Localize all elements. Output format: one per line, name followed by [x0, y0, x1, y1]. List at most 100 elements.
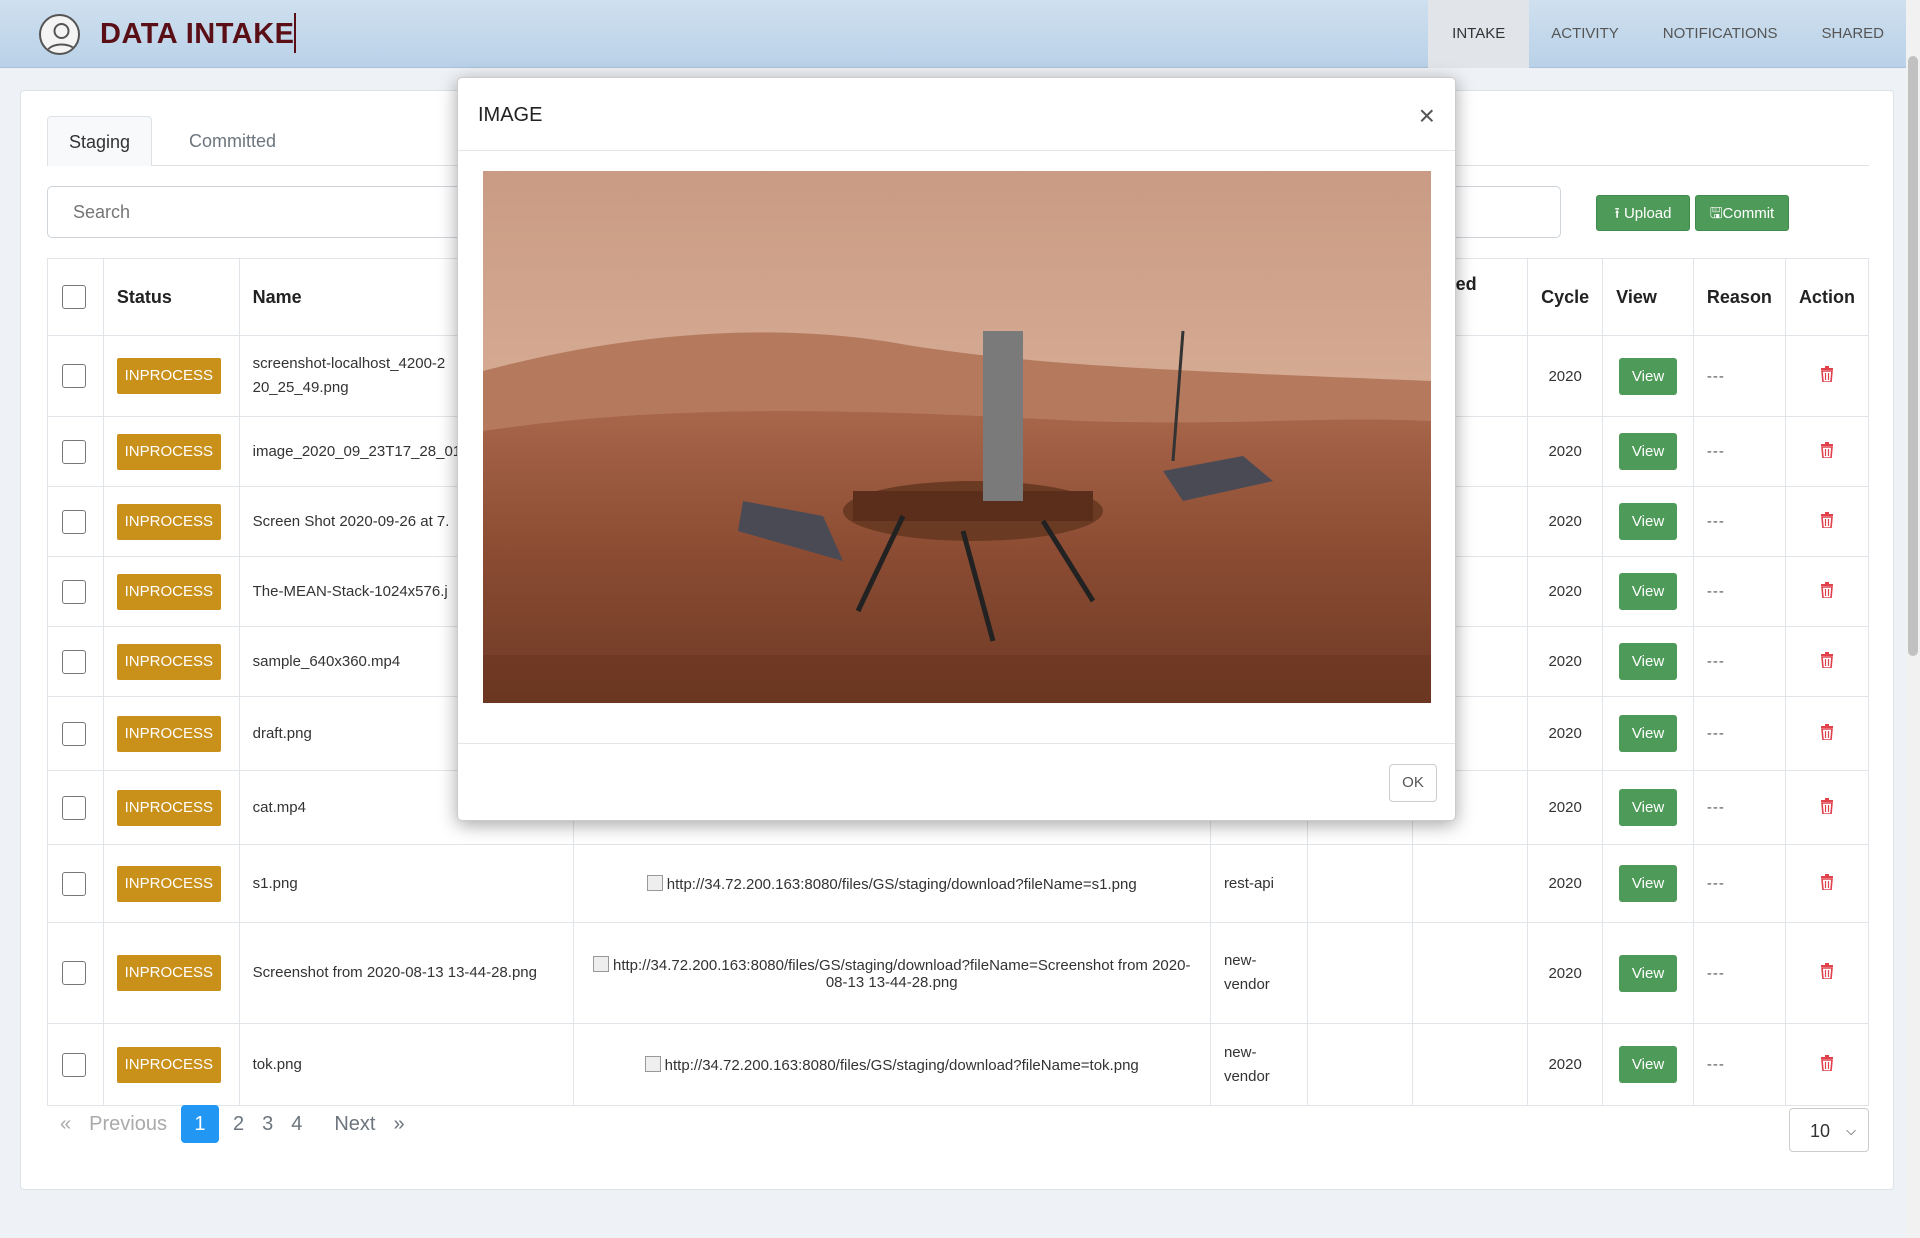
vendor-cell: rest-api	[1209, 844, 1308, 923]
next-button[interactable]: Next	[325, 1105, 384, 1143]
view-button[interactable]: View	[1619, 1046, 1678, 1083]
view-button[interactable]: View	[1619, 357, 1678, 395]
upload-button[interactable]: ⭱ Upload	[1596, 195, 1690, 231]
nav-shared[interactable]: SHARED	[1799, 0, 1906, 68]
pagination: « Previous 1 2 3 4 Next »	[51, 1105, 414, 1143]
nav-activity[interactable]: ACTIVITY	[1529, 0, 1641, 68]
file-name: s1.png	[252, 874, 298, 892]
title-divider	[294, 13, 296, 53]
trash-icon[interactable]	[1820, 511, 1834, 529]
reason-cell: ---	[1692, 486, 1786, 557]
close-icon[interactable]: ×	[1419, 100, 1435, 132]
ok-button[interactable]: OK	[1389, 764, 1437, 802]
upload-icon: ⭱	[1614, 205, 1620, 222]
reason-value: ---	[1706, 875, 1725, 892]
next-arrow[interactable]: »	[384, 1105, 413, 1143]
action-cell	[1784, 844, 1870, 923]
trash-icon[interactable]	[1820, 366, 1834, 383]
action-cell	[1784, 335, 1870, 417]
trash-icon[interactable]	[1820, 723, 1834, 741]
file-name: tok.png	[252, 1055, 302, 1073]
vendor-name: new- vendor	[1223, 1043, 1270, 1085]
trash-icon[interactable]	[1820, 963, 1834, 980]
trash-icon[interactable]	[1820, 651, 1834, 669]
reason-value: ---	[1706, 964, 1725, 982]
view-cell: View	[1602, 626, 1694, 697]
scrollbar-thumb[interactable]	[1908, 56, 1918, 656]
tab-committed[interactable]: Committed	[168, 116, 297, 166]
status-cell: INPROCESS	[102, 770, 240, 845]
row-select-cell	[47, 1023, 104, 1106]
select-all-checkbox[interactable]	[62, 285, 86, 309]
page-size-select[interactable]: 10 ⌵	[1789, 1108, 1869, 1152]
status-badge: INPROCESS	[116, 1046, 221, 1083]
trash-icon[interactable]	[1820, 873, 1834, 891]
cycle-cell: 2020	[1527, 696, 1604, 771]
page-2[interactable]: 2	[224, 1105, 253, 1143]
cycle-cell: 2020	[1527, 556, 1604, 627]
nav-intake[interactable]: INTAKE	[1428, 0, 1530, 68]
nav-notifications[interactable]: NOTIFICATIONS	[1641, 0, 1800, 68]
header-cycle[interactable]: Cycle	[1527, 258, 1604, 336]
cycle-cell: 2020	[1527, 922, 1604, 1024]
view-button[interactable]: View	[1619, 789, 1678, 826]
page-1[interactable]: 1	[180, 1105, 219, 1143]
view-button[interactable]: View	[1619, 715, 1678, 752]
row-checkbox[interactable]	[62, 961, 86, 985]
user-avatar-icon[interactable]	[39, 14, 80, 55]
page-4[interactable]: 4	[282, 1105, 311, 1143]
view-button[interactable]: View	[1619, 503, 1678, 540]
prev-arrow[interactable]: «	[51, 1105, 80, 1143]
row-checkbox[interactable]	[62, 364, 86, 388]
row-checkbox[interactable]	[62, 795, 86, 820]
view-cell: View	[1602, 416, 1694, 487]
preview-url: http://34.72.200.163:8080/files/GS/stagi…	[666, 875, 1137, 893]
save-icon: 🖫	[1709, 205, 1723, 222]
row-checkbox[interactable]	[62, 579, 86, 604]
view-button[interactable]: View	[1619, 865, 1678, 902]
page-3[interactable]: 3	[253, 1105, 282, 1143]
cycle-value: 2020	[1548, 653, 1582, 670]
trash-icon[interactable]	[1820, 441, 1834, 459]
prev-button[interactable]: Previous	[80, 1105, 176, 1143]
view-button[interactable]: View	[1619, 433, 1678, 470]
status-cell: INPROCESS	[102, 335, 240, 417]
page-scrollbar[interactable]	[1906, 0, 1920, 1238]
main-nav: INTAKE ACTIVITY NOTIFICATIONS SHARED	[1428, 0, 1906, 68]
reason-cell: ---	[1692, 416, 1786, 487]
reason-value: ---	[1706, 653, 1725, 670]
table-row[interactable]: INPROCESS s1.png http://34.72.200.163:8080…	[47, 844, 1870, 923]
file-name: Screenshot from 2020-08-13 13-44-28.png	[252, 964, 537, 981]
vendor-name: rest-api	[1223, 874, 1274, 892]
file-name: draft.png	[252, 724, 312, 742]
cycle-value: 2020	[1548, 964, 1582, 982]
cycle-cell: 2020	[1527, 844, 1604, 923]
row-checkbox[interactable]	[62, 649, 86, 674]
view-cell: View	[1602, 486, 1694, 557]
table-row[interactable]: INPROCESS Screenshot from 2020-08-13 13-4…	[47, 922, 1870, 1024]
row-checkbox[interactable]	[62, 1052, 86, 1077]
status-cell: INPROCESS	[102, 626, 240, 697]
view-cell: View	[1602, 556, 1694, 627]
row-checkbox[interactable]	[62, 871, 86, 896]
row-checkbox[interactable]	[62, 439, 86, 464]
view-button[interactable]: View	[1619, 643, 1678, 680]
modified-cell	[1411, 922, 1529, 1024]
row-checkbox[interactable]	[62, 721, 86, 746]
trash-icon[interactable]	[1820, 797, 1834, 815]
header-status[interactable]: Status	[102, 258, 240, 336]
view-button[interactable]: View	[1619, 573, 1678, 610]
reason-value: ---	[1706, 513, 1725, 530]
trash-icon[interactable]	[1820, 581, 1834, 599]
table-row[interactable]: INPROCESS tok.png http://34.72.200.163:808…	[47, 1023, 1870, 1106]
trash-icon[interactable]	[1820, 1054, 1834, 1072]
view-button[interactable]: View	[1619, 954, 1678, 992]
file-name: Screen Shot 2020-09-26 at 7.	[252, 512, 450, 530]
tab-staging[interactable]: Staging	[47, 116, 153, 166]
row-checkbox[interactable]	[62, 509, 86, 534]
cycle-value: 2020	[1548, 1056, 1582, 1073]
reason-cell: ---	[1692, 696, 1786, 771]
commit-button[interactable]: 🖫Commit	[1695, 195, 1789, 231]
row-select-cell	[47, 844, 104, 923]
status-cell: INPROCESS	[102, 416, 240, 487]
